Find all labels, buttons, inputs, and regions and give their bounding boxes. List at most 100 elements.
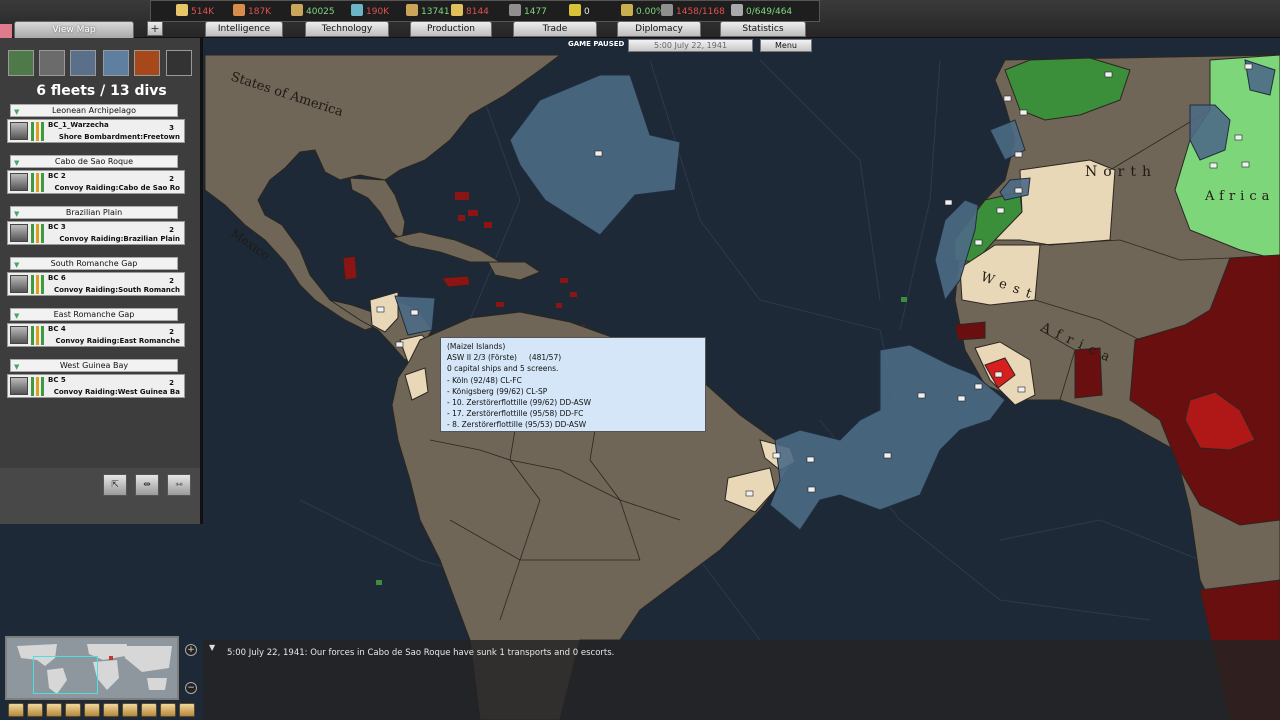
fleet-tooltip: (Maizel Islands) ASW II 2/3 (Förste) (48…	[440, 337, 706, 432]
resource-icon	[291, 4, 303, 16]
expand-icon[interactable]: ▼	[14, 209, 19, 220]
tab-production[interactable]: Production	[410, 21, 492, 37]
fleet-region-header[interactable]: ▼ Cabo de Sao Roque	[10, 155, 178, 168]
game-paused-label: GAME PAUSED	[568, 40, 625, 48]
strength-bars	[31, 224, 45, 243]
zoom-in-button[interactable]: +	[185, 644, 197, 656]
view-map-tab[interactable]: View Map	[14, 21, 134, 39]
strength-bars	[31, 326, 45, 345]
tooltip-line: - Köln (92/48) CL-FC	[447, 375, 522, 385]
fleet-name: BC 5	[48, 376, 66, 384]
merge-icon[interactable]: ⇹	[135, 474, 159, 496]
game-date[interactable]: 5:00 July 22, 1941	[628, 39, 753, 52]
resource-5: 8144	[451, 4, 489, 19]
resource-icon	[451, 4, 463, 16]
fleet-entry[interactable]: BC 5 2 Convoy Raiding:West Guinea Ba	[7, 374, 185, 398]
expand-icon[interactable]: ▼	[14, 362, 19, 373]
tab-trade[interactable]: Trade	[513, 21, 597, 37]
orders-icon[interactable]	[166, 50, 192, 76]
fleet-region-header[interactable]: ▼ East Romanche Gap	[10, 308, 178, 321]
fleet-name: BC 3	[48, 223, 66, 231]
map-mode-button[interactable]	[160, 703, 176, 717]
resource-icon	[509, 4, 521, 16]
resource-10: 0/649/464	[731, 4, 792, 19]
resource-2: 40025	[291, 4, 335, 19]
strength-bars	[31, 377, 45, 396]
map-mode-buttons	[5, 703, 195, 719]
fleet-order: Shore Bombardment:Freetown	[58, 133, 180, 141]
fleet-icon[interactable]	[103, 50, 129, 76]
fleet-entry[interactable]: BC_1_Warzecha 3 Shore Bombardment:Freetown	[7, 119, 185, 143]
resource-icon	[661, 4, 673, 16]
map-mode-button[interactable]	[27, 703, 43, 717]
fleet-region-header[interactable]: ▼ Brazilian Plain	[10, 206, 178, 219]
fleet-region-header[interactable]: ▼ South Romanche Gap	[10, 257, 178, 270]
fleet-entry[interactable]: BC 3 2 Convoy Raiding:Brazilian Plain	[7, 221, 185, 245]
resource-value: 1477	[524, 7, 547, 17]
resource-value: 190K	[366, 7, 390, 17]
resource-icon	[351, 4, 363, 16]
region-label: Brazilian Plain	[65, 208, 123, 217]
expand-icon[interactable]: ▼	[14, 158, 19, 169]
tab-technology[interactable]: Technology	[305, 21, 389, 37]
fleet-region-header[interactable]: ▼ West Guinea Bay	[10, 359, 178, 372]
fleet-order: Convoy Raiding:Cabo de Sao Ro	[54, 184, 180, 192]
tab-statistics[interactable]: Statistics	[720, 21, 806, 37]
country-flag-corner	[0, 24, 12, 38]
map-mode-button[interactable]	[122, 703, 138, 717]
split-icon[interactable]: ⇱	[103, 474, 127, 496]
resource-icon	[621, 4, 633, 16]
fleet-region-header[interactable]: ▼ Leonean Archipelago	[10, 104, 178, 117]
map-mode-button[interactable]	[103, 703, 119, 717]
fleet-entry[interactable]: BC 6 2 Convoy Raiding:South Romanch	[7, 272, 185, 296]
resource-value: 0	[584, 7, 590, 17]
strength-bars	[31, 275, 45, 294]
commander-portrait	[10, 326, 28, 344]
collapse-arrow-icon[interactable]: ▼	[209, 643, 215, 652]
fleet-entry[interactable]: BC 4 2 Convoy Raiding:East Romanche	[7, 323, 185, 347]
fleet-order: Convoy Raiding:South Romanch	[54, 286, 180, 294]
tab-intelligence[interactable]: Intelligence	[205, 21, 283, 37]
zoom-out-button[interactable]: −	[185, 682, 197, 694]
expand-icon[interactable]: ▼	[14, 107, 19, 118]
resource-value: 1458/1168	[676, 7, 725, 17]
expand-icon[interactable]: ▼	[14, 311, 19, 322]
region-label: East Romanche Gap	[53, 310, 135, 319]
map-mode-button[interactable]	[141, 703, 157, 717]
tooltip-line: 0 capital ships and 5 screens.	[447, 364, 559, 374]
add-button[interactable]: +	[147, 21, 163, 36]
combat-icon[interactable]	[134, 50, 160, 76]
fleet-name: BC 2	[48, 172, 66, 180]
map-mode-button[interactable]	[8, 703, 24, 717]
ship-count: 2	[169, 328, 174, 336]
fleet-count: 6 fleets / 13 divs	[36, 83, 167, 99]
message-text: 5:00 July 22, 1941: Our forces in Cabo d…	[227, 648, 615, 658]
top-bar: View Map + 514K 187K 40025 190K 13741 8144 147…	[0, 0, 1280, 39]
minimap[interactable]	[5, 636, 179, 700]
resource-value: 187K	[248, 7, 272, 17]
resource-icon	[233, 4, 245, 16]
map-mode-button[interactable]	[65, 703, 81, 717]
ship-count: 2	[169, 175, 174, 183]
resource-4: 13741	[406, 4, 450, 19]
tab-diplomacy[interactable]: Diplomacy	[617, 21, 701, 37]
land-units-icon[interactable]	[8, 50, 34, 76]
resource-0: 514K	[176, 4, 214, 19]
map-mode-button[interactable]	[84, 703, 100, 717]
expand-icon[interactable]: ▼	[14, 260, 19, 271]
resource-6: 1477	[509, 4, 547, 19]
map-mode-button[interactable]	[179, 703, 195, 717]
fleet-entry[interactable]: BC 2 2 Convoy Raiding:Cabo de Sao Ro	[7, 170, 185, 194]
naval-units-icon[interactable]	[39, 50, 65, 76]
fleet-panel: 6 fleets / 13 divs ▼ Leonean Archipelago B…	[0, 38, 203, 524]
resource-value: 8144	[466, 7, 489, 17]
tooltip-line: (Maizel Islands)	[447, 342, 506, 351]
minimap-viewport[interactable]	[33, 656, 98, 694]
menu-button[interactable]: Menu	[760, 39, 812, 52]
ship-count: 2	[169, 379, 174, 387]
resource-7: 0	[569, 4, 590, 19]
air-units-icon[interactable]	[70, 50, 96, 76]
resource-1: 187K	[233, 4, 271, 19]
map-mode-button[interactable]	[46, 703, 62, 717]
reorganize-icon[interactable]: ⇿	[167, 474, 191, 496]
